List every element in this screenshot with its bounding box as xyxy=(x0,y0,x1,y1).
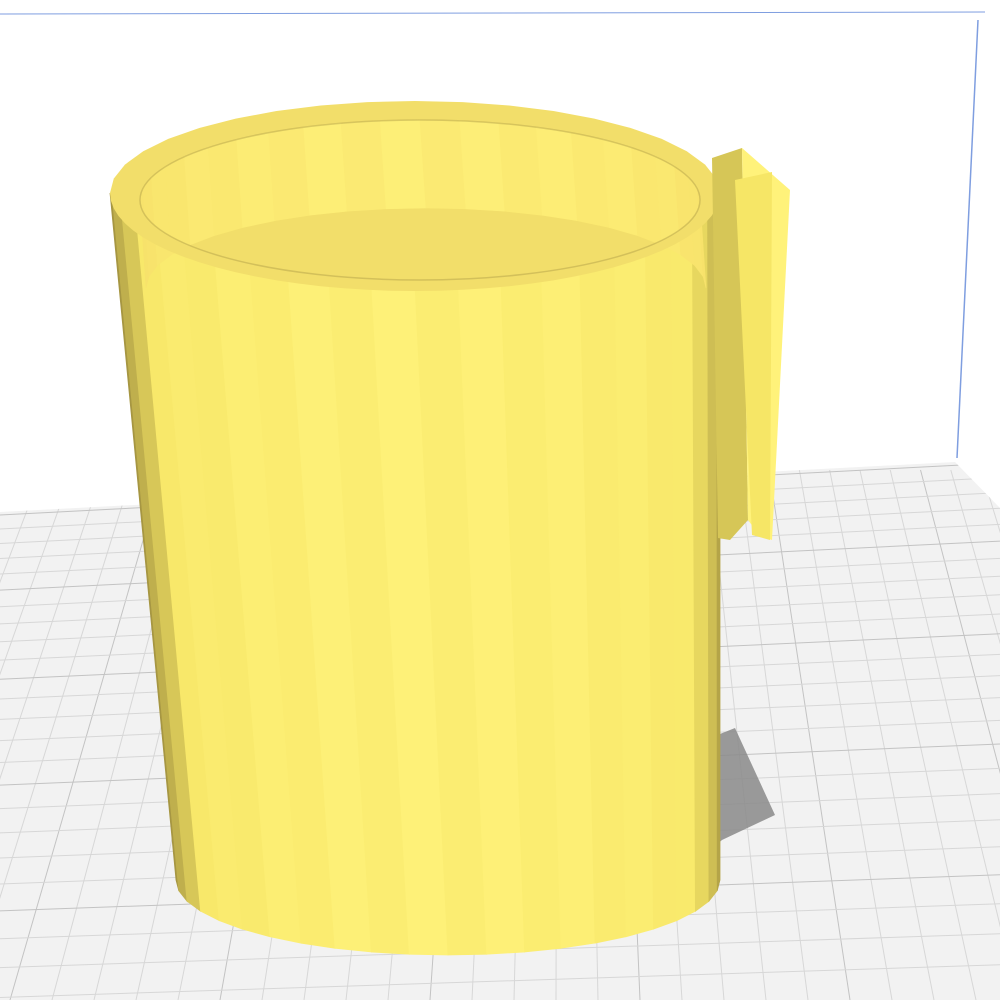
mug-interior-facet xyxy=(236,132,275,228)
mug-interior-facet xyxy=(340,120,387,212)
build-volume-top-edge xyxy=(0,11,986,15)
mug-interior-facet xyxy=(379,119,427,210)
mug-model[interactable] xyxy=(109,101,790,956)
mug-interior-facet xyxy=(268,126,311,222)
mug-interior-facet xyxy=(303,122,348,216)
scene-canvas[interactable] xyxy=(0,0,1000,1000)
3d-viewport[interactable] xyxy=(0,0,1000,1000)
build-volume-back-edge xyxy=(956,19,979,459)
mug-interior-facet xyxy=(459,120,506,212)
mug-wall-facet xyxy=(692,218,710,912)
mug-interior-facet xyxy=(535,126,578,222)
mug-interior-facet xyxy=(419,119,467,210)
mug-interior-facet xyxy=(498,122,543,216)
